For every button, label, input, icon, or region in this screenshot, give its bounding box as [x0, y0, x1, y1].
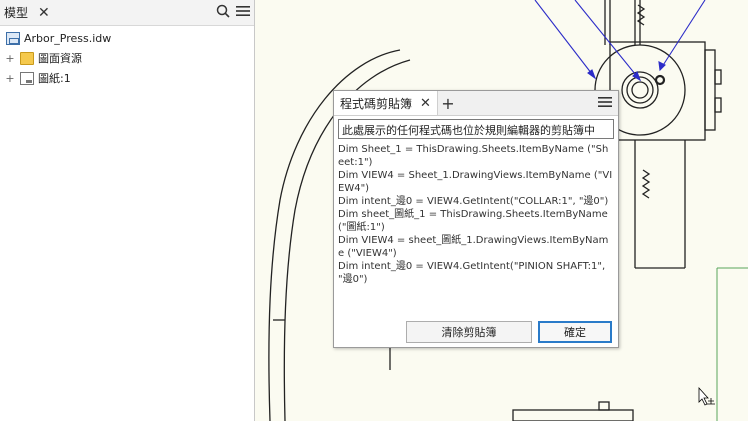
tab-code-clipboard[interactable]: 程式碼剪貼簿 ✕: [334, 91, 438, 115]
expand-icon[interactable]: +: [4, 72, 16, 85]
menu-icon[interactable]: [598, 96, 612, 111]
tree-root[interactable]: Arbor_Press.idw: [0, 28, 254, 48]
close-icon[interactable]: ✕: [420, 96, 431, 111]
close-icon[interactable]: ✕: [38, 5, 50, 21]
code-line: Dim intent_邊0 = VIEW4.GetIntent("PINION …: [338, 261, 606, 285]
sheet-icon: [20, 71, 34, 85]
tree-item-label: 圖面資源: [38, 52, 82, 65]
code-text[interactable]: Dim Sheet_1 = ThisDrawing.Sheets.ItemByN…: [338, 143, 614, 286]
menu-icon[interactable]: [236, 5, 250, 20]
tree-item-sheet[interactable]: + 圖紙:1: [0, 68, 254, 88]
browser-title: 模型: [4, 6, 29, 20]
tree-item-drawing-resources[interactable]: + 圖面資源: [0, 48, 254, 68]
code-line: Dim VIEW4 = Sheet_1.DrawingViews.ItemByN…: [338, 170, 613, 194]
code-line: Dim Sheet_1 = ThisDrawing.Sheets.ItemByN…: [338, 144, 609, 168]
code-line: Dim VIEW4 = sheet_圖紙_1.DrawingViews.Item…: [338, 235, 609, 259]
tree-item-label: 圖紙:1: [38, 72, 71, 85]
clipboard-description: 此處展示的任何程式碼也位於規則編輯器的剪貼簿中: [338, 119, 614, 139]
mouse-cursor: [698, 386, 715, 406]
drawing-file-icon: [6, 31, 20, 45]
code-line: Dim sheet_圖紙_1 = ThisDrawing.Sheets.Item…: [338, 209, 608, 233]
add-tab-icon[interactable]: +: [438, 91, 458, 115]
tab-label: 程式碼剪貼簿: [340, 96, 413, 111]
code-line: Dim intent_邊0 = VIEW4.GetIntent("COLLAR:…: [338, 196, 609, 207]
clear-clipboard-button[interactable]: 清除剪貼簿: [406, 321, 532, 343]
ok-button[interactable]: 確定: [538, 321, 612, 343]
folder-icon: [20, 51, 34, 65]
code-clipboard-dialog: 程式碼剪貼簿 ✕ + 此處展示的任何程式碼也位於規則編輯器的剪貼簿中 Dim S…: [333, 90, 619, 348]
tree-root-label: Arbor_Press.idw: [24, 31, 112, 45]
browser-header: 模型 ✕: [0, 0, 254, 26]
expand-icon[interactable]: +: [4, 52, 16, 65]
model-browser: 模型 ✕ Arbor_Press.idw + 圖面資源 + 圖紙:1: [0, 0, 255, 421]
dialog-tab-bar: 程式碼剪貼簿 ✕ +: [334, 91, 618, 116]
search-icon[interactable]: [216, 4, 230, 21]
